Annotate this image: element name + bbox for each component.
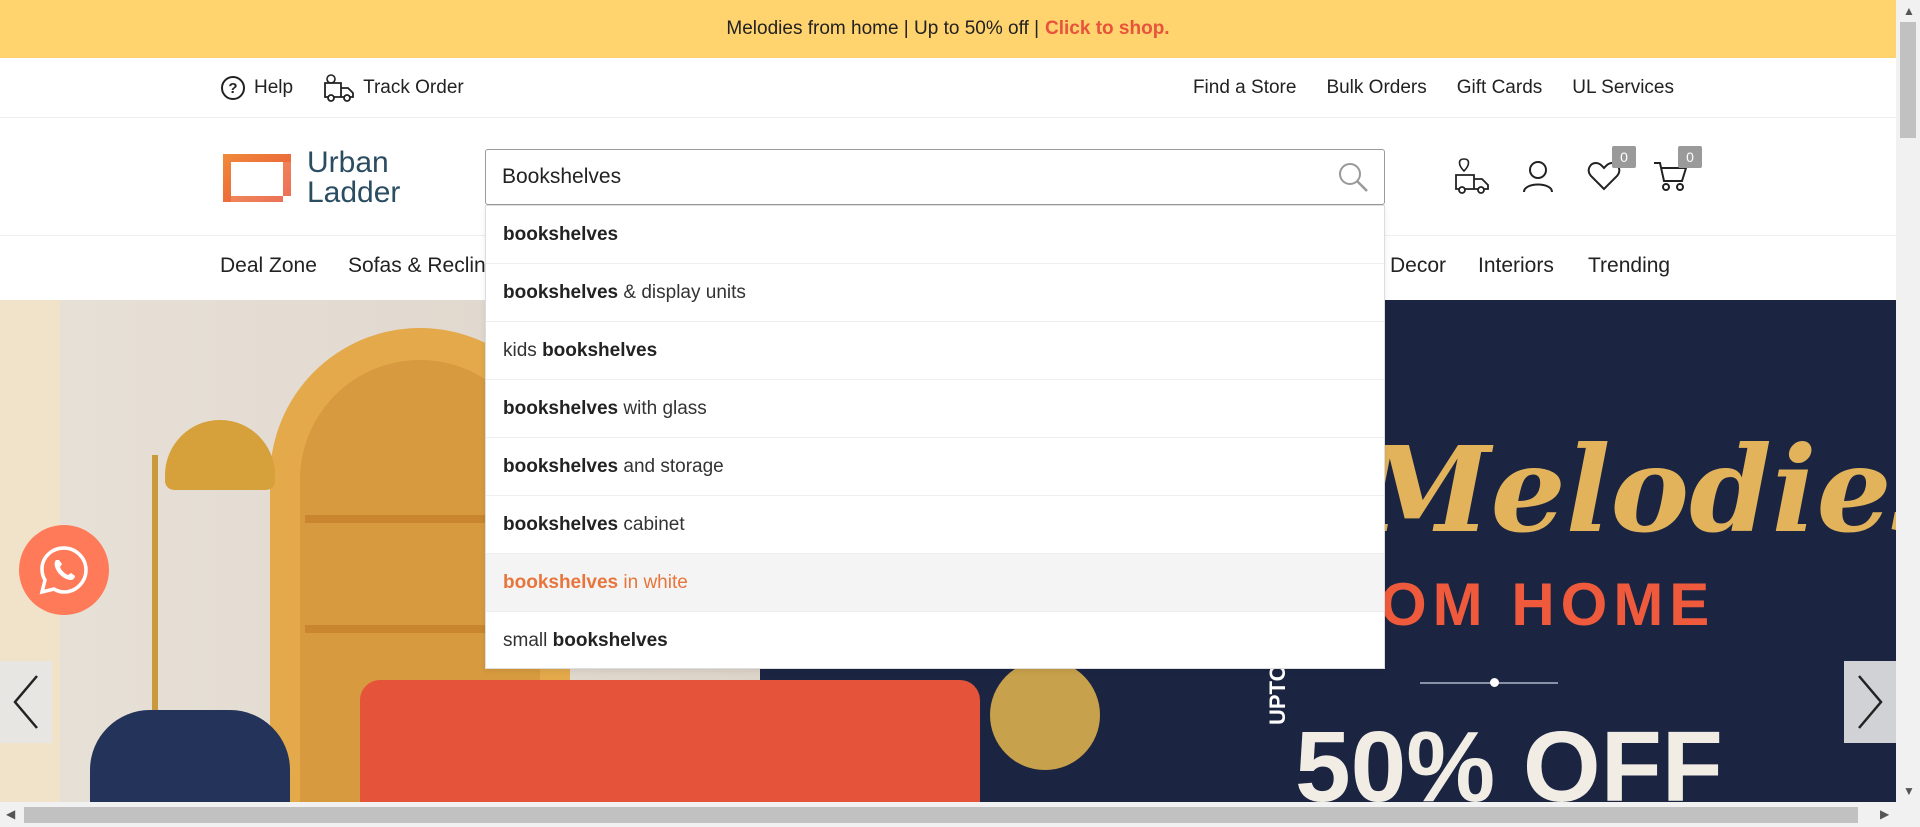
help-icon: ? — [221, 76, 245, 100]
hero-subtitle: OM HOME — [1380, 571, 1716, 638]
nav-deal-zone[interactable]: Deal Zone — [220, 254, 317, 278]
cart-button[interactable]: 0 — [1648, 146, 1702, 198]
search-box — [485, 149, 1385, 205]
ul-services-link[interactable]: UL Services — [1572, 77, 1674, 99]
hero-title: Melodies — [1360, 420, 1896, 559]
help-link[interactable]: ? Help — [220, 75, 293, 101]
promo-text: Melodies from home | Up to 50% off | — [726, 18, 1040, 39]
truck-icon — [324, 74, 354, 102]
logo-text: Urban Ladder — [307, 148, 400, 208]
cart-count-badge: 0 — [1678, 146, 1702, 168]
user-icon — [1523, 161, 1553, 193]
suggestion-match: bookshelves — [503, 455, 619, 477]
carousel-prev-button[interactable] — [0, 661, 52, 743]
suggestion-suffix: cabinet — [618, 513, 685, 535]
carousel-dot-active[interactable] — [1490, 678, 1499, 687]
bulk-orders-link[interactable]: Bulk Orders — [1326, 77, 1426, 99]
suggestion-item[interactable]: bookshelves with glass — [486, 380, 1384, 438]
track-order-label: Track Order — [363, 77, 464, 98]
account-button[interactable] — [1516, 154, 1560, 198]
suggestion-suffix: and storage — [618, 455, 724, 477]
suggestion-prefix: kids — [503, 339, 543, 361]
svg-text:?: ? — [228, 80, 237, 97]
suggestion-item[interactable]: bookshelves & display units — [486, 264, 1384, 322]
gramophone-image — [990, 660, 1100, 770]
suggestion-item[interactable]: bookshelves — [486, 206, 1384, 264]
suggestion-item[interactable]: bookshelves and storage — [486, 438, 1384, 496]
search-icon[interactable] — [1336, 160, 1370, 194]
nav-trending[interactable]: Trending — [1588, 254, 1670, 278]
logo-line-2: Ladder — [307, 176, 401, 209]
vertical-scrollbar[interactable]: ▲ ▼ — [1896, 0, 1920, 802]
help-label: Help — [254, 77, 294, 98]
suggestion-item[interactable]: bookshelves cabinet — [486, 496, 1384, 554]
suggestion-match: bookshelves — [503, 397, 619, 419]
suggestion-prefix: small — [503, 630, 553, 651]
promo-banner: Melodies from home | Up to 50% off | Cli… — [0, 0, 1896, 58]
urban-ladder-logo[interactable]: Urban Ladder — [221, 148, 421, 208]
whatsapp-button[interactable] — [19, 525, 109, 615]
scroll-up-icon[interactable]: ▲ — [1903, 4, 1915, 18]
scroll-left-icon[interactable]: ◀ — [6, 807, 15, 821]
suggestion-match: bookshelves — [542, 339, 658, 361]
nav-decor[interactable]: Decor — [1390, 254, 1446, 278]
search-suggestions-dropdown: bookshelves bookshelves & display units … — [485, 205, 1385, 669]
horizontal-scrollbar[interactable]: ◀ ▶ — [0, 802, 1920, 827]
store-locator-button[interactable] — [1450, 154, 1494, 198]
utility-bar: ? Help Track Order Find a Store Bulk Ord… — [0, 58, 1896, 118]
nav-interiors[interactable]: Interiors — [1478, 254, 1554, 278]
suggestion-suffix: & display units — [618, 281, 746, 303]
header-icons: 0 0 — [1450, 146, 1702, 198]
suggestion-item[interactable]: kids bookshelves — [486, 322, 1384, 380]
delivery-location-icon — [1455, 158, 1489, 194]
hero-upto: UPTO — [1265, 664, 1290, 725]
scroll-down-icon[interactable]: ▼ — [1903, 784, 1915, 798]
track-order-link[interactable]: Track Order — [323, 73, 464, 103]
suggestion-match: bookshelves — [552, 630, 668, 651]
carousel-next-button[interactable] — [1844, 661, 1896, 743]
suggestion-item-highlighted[interactable]: bookshelves in white — [486, 554, 1384, 612]
suggestion-match: bookshelves — [503, 223, 619, 245]
carousel-indicator — [1420, 682, 1558, 684]
chair-image — [90, 710, 290, 802]
scroll-right-icon[interactable]: ▶ — [1880, 807, 1889, 821]
whatsapp-icon — [39, 546, 88, 595]
hero-offer: 50% OFF — [1295, 711, 1723, 802]
wishlist-button[interactable]: 0 — [1582, 146, 1636, 198]
logo-mark-icon — [223, 154, 291, 202]
gift-cards-link[interactable]: Gift Cards — [1457, 77, 1543, 99]
sofa-image — [360, 680, 980, 802]
logo-line-1: Urban — [307, 146, 389, 179]
suggestion-match: bookshelves — [503, 281, 619, 303]
wishlist-count-badge: 0 — [1612, 146, 1636, 168]
suggestion-match: bookshelves — [503, 513, 619, 535]
promo-cta-link[interactable]: Click to shop. — [1045, 18, 1170, 40]
find-store-link[interactable]: Find a Store — [1193, 77, 1297, 99]
search-input[interactable] — [500, 150, 1320, 203]
chevron-right-icon — [1858, 675, 1883, 729]
chevron-left-icon — [13, 675, 38, 729]
suggestion-suffix: with glass — [618, 397, 707, 419]
suggestion-match: bookshelves — [503, 571, 619, 593]
suggestion-item[interactable]: small bookshelves — [486, 612, 1384, 670]
nav-sofas-recliners[interactable]: Sofas & Reclin — [348, 254, 486, 278]
suggestion-suffix: in white — [618, 571, 688, 593]
horizontal-scroll-thumb[interactable] — [24, 807, 1858, 823]
vertical-scroll-thumb[interactable] — [1900, 22, 1916, 138]
